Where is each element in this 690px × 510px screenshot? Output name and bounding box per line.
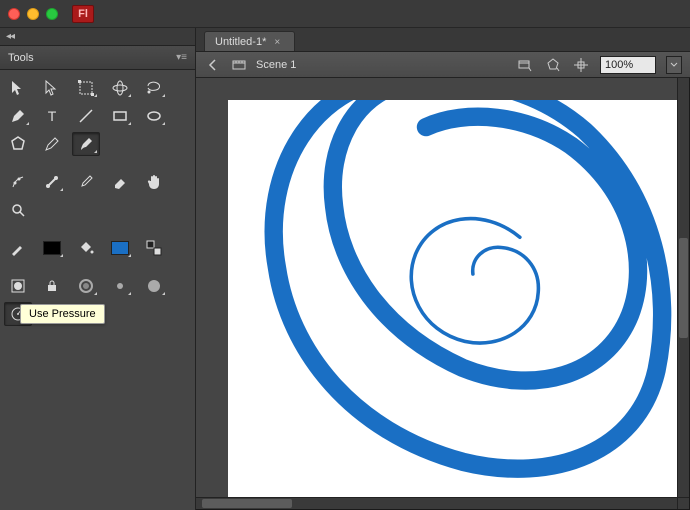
3d-rotation-tool[interactable] [106, 76, 134, 100]
brush-size-small[interactable] [106, 274, 134, 298]
scene-label: Scene 1 [256, 59, 296, 71]
pencil-tool[interactable] [38, 132, 66, 156]
brush-size-large[interactable] [140, 274, 168, 298]
stroke-color-swatch[interactable] [38, 236, 66, 260]
eraser-tool[interactable] [106, 170, 134, 194]
swap-colors-button[interactable] [140, 236, 168, 260]
horizontal-scroll-thumb[interactable] [202, 499, 292, 508]
window-controls [8, 8, 58, 20]
zoom-field[interactable]: 100% [600, 56, 656, 74]
stage-canvas[interactable] [228, 100, 677, 497]
document-tab-bar: Untitled-1* × [196, 28, 690, 52]
selection-tool[interactable] [4, 76, 32, 100]
app-logo: Fl [72, 5, 94, 23]
horizontal-scrollbar[interactable] [196, 497, 677, 509]
zoom-dropdown[interactable] [666, 56, 682, 74]
tools-panel: ◂◂ Tools ▾≡ T [0, 28, 196, 510]
panel-collapse-tab[interactable]: ◂◂ [0, 28, 195, 46]
zoom-value: 100% [605, 59, 633, 71]
zoom-tool[interactable] [4, 198, 32, 222]
lasso-tool[interactable] [140, 76, 168, 100]
document-tab[interactable]: Untitled-1* × [204, 31, 295, 51]
zoom-window-button[interactable] [46, 8, 58, 20]
close-tab-icon[interactable]: × [274, 37, 280, 48]
polystar-tool[interactable] [4, 132, 32, 156]
oval-tool[interactable] [140, 104, 168, 128]
edit-bar: Scene 1 100% [196, 52, 690, 78]
close-window-button[interactable] [8, 8, 20, 20]
stage-viewport [196, 78, 690, 510]
minimize-window-button[interactable] [27, 8, 39, 20]
svg-text:T: T [48, 108, 57, 124]
rectangle-tool[interactable] [106, 104, 134, 128]
subselection-tool[interactable] [38, 76, 66, 100]
vertical-scroll-thumb[interactable] [679, 238, 688, 338]
tools-panel-menu-icon[interactable]: ▾≡ [176, 52, 187, 63]
lock-fill-toggle[interactable] [38, 274, 66, 298]
tools-panel-header: Tools ▾≡ [0, 46, 195, 70]
stroke-color-control[interactable] [4, 236, 32, 260]
scene-icon [230, 56, 248, 74]
back-arrow-icon[interactable] [204, 56, 222, 74]
fill-color-swatch[interactable] [106, 236, 134, 260]
tooltip: Use Pressure [20, 304, 105, 324]
line-tool[interactable] [72, 104, 100, 128]
tools-panel-title: Tools [8, 52, 34, 64]
brush-mode-button[interactable] [72, 274, 100, 298]
edit-symbol-icon[interactable] [544, 56, 562, 74]
tooltip-text: Use Pressure [29, 308, 96, 320]
fill-color-control[interactable] [72, 236, 100, 260]
center-stage-icon[interactable] [572, 56, 590, 74]
document-tab-label: Untitled-1* [215, 36, 266, 48]
scroll-corner [677, 497, 689, 509]
vertical-scrollbar[interactable] [677, 78, 689, 497]
brush-tool[interactable] [72, 132, 100, 156]
pen-tool[interactable] [4, 104, 32, 128]
window-titlebar: Fl [0, 0, 690, 28]
free-transform-tool[interactable] [72, 76, 100, 100]
bone-tool[interactable] [38, 170, 66, 194]
text-tool[interactable]: T [38, 104, 66, 128]
edit-scene-icon[interactable] [516, 56, 534, 74]
deco-tool[interactable] [4, 170, 32, 194]
eyedropper-tool[interactable] [72, 170, 100, 194]
hand-tool[interactable] [140, 170, 168, 194]
object-drawing-toggle[interactable] [4, 274, 32, 298]
